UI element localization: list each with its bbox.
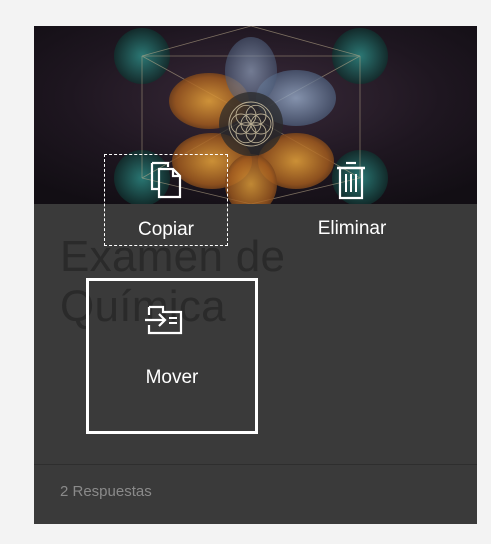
actions-overlay: Copiar Eliminar Mover xyxy=(34,26,477,524)
quiz-card[interactable]: Examen de Química 2 Respuestas Copiar El… xyxy=(34,26,477,524)
copy-icon xyxy=(149,161,183,204)
move-icon xyxy=(143,303,185,342)
copy-button[interactable]: Copiar xyxy=(104,154,228,246)
delete-label: Eliminar xyxy=(317,218,387,239)
copy-label: Copiar xyxy=(138,219,194,240)
move-button[interactable]: Mover xyxy=(86,278,258,434)
delete-button[interactable]: Eliminar xyxy=(290,154,414,246)
trash-icon xyxy=(334,160,368,205)
move-label: Mover xyxy=(145,367,199,388)
